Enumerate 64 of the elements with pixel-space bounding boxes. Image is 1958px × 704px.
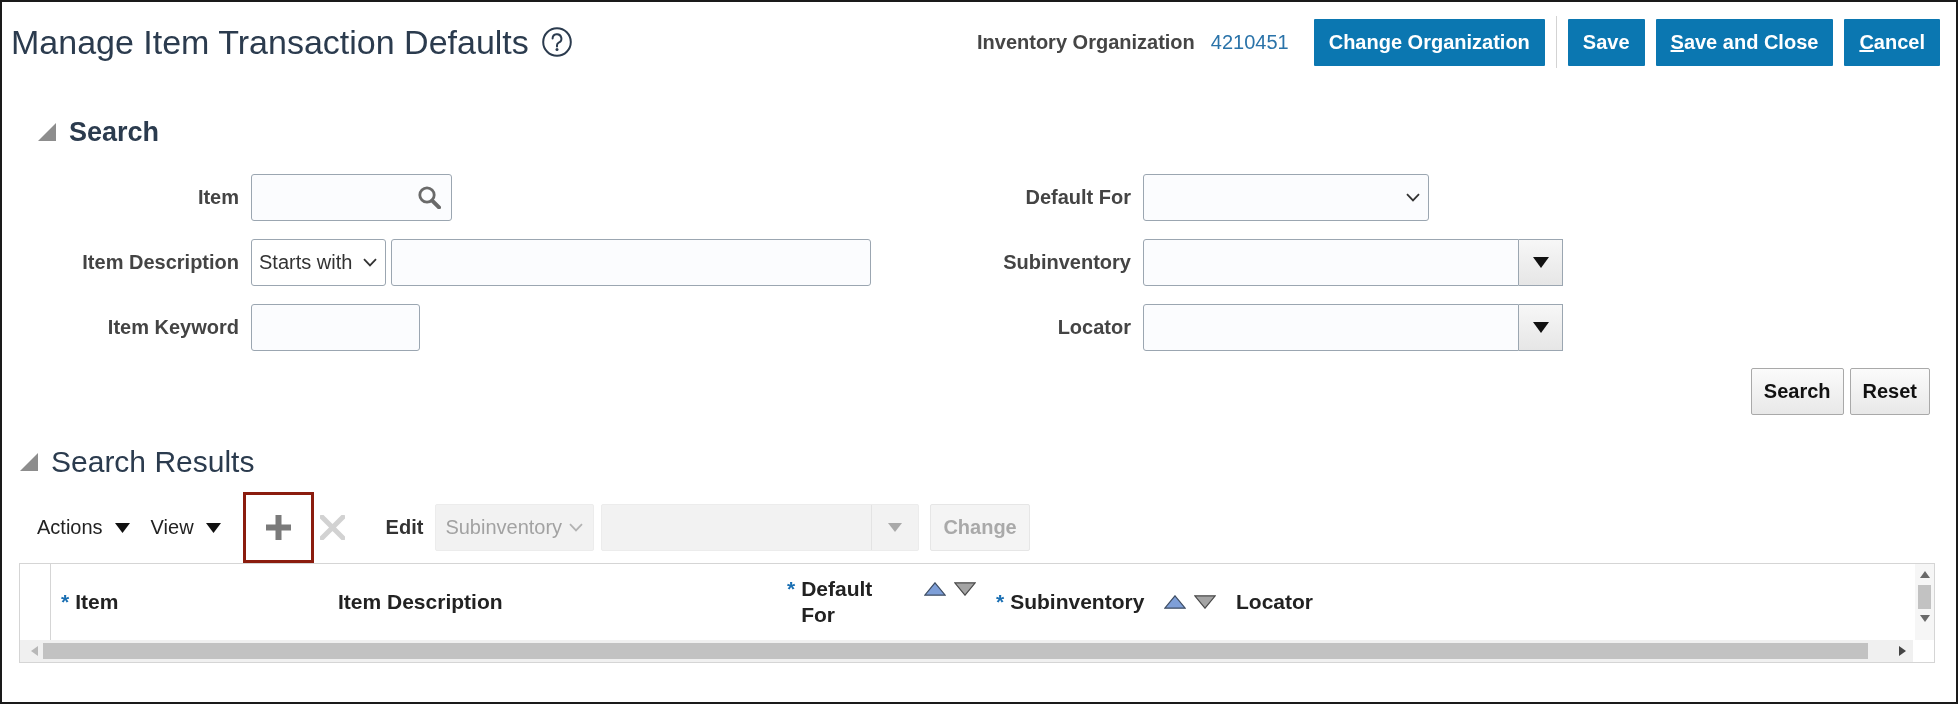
column-header[interactable]: Subinventory bbox=[1010, 589, 1145, 615]
sort-up-icon[interactable] bbox=[924, 582, 946, 597]
left-arrow-icon[interactable] bbox=[30, 646, 38, 656]
text-field[interactable] bbox=[251, 304, 420, 351]
help-icon[interactable] bbox=[541, 27, 572, 57]
change-organization-button[interactable]: Change Organization bbox=[1313, 18, 1545, 66]
view-menu[interactable]: View bbox=[150, 516, 221, 539]
section-title: Search Results bbox=[51, 445, 255, 479]
operator-dropdown[interactable]: Starts with bbox=[251, 239, 386, 286]
caret-down-icon bbox=[1532, 257, 1549, 268]
field-label: Item Description bbox=[82, 251, 239, 274]
save-button[interactable]: Save bbox=[1567, 18, 1645, 66]
down-arrow-icon[interactable] bbox=[1919, 615, 1930, 622]
text-field[interactable] bbox=[391, 239, 871, 286]
lookup-field[interactable] bbox=[251, 174, 452, 221]
search-icon[interactable] bbox=[418, 186, 441, 209]
save-and-close-button[interactable]: Save and Close bbox=[1655, 18, 1834, 66]
caret-down-icon bbox=[888, 523, 903, 532]
dropdown-field[interactable] bbox=[1143, 174, 1429, 221]
plus-icon bbox=[265, 515, 291, 540]
cancel-button[interactable]: Cancel bbox=[1844, 18, 1940, 66]
actions-menu[interactable]: Actions bbox=[37, 516, 130, 539]
required-mark: * bbox=[61, 590, 70, 615]
caret-down-icon bbox=[1532, 322, 1549, 333]
column-header: Item Description bbox=[338, 589, 503, 615]
chevron-down-icon bbox=[363, 258, 377, 267]
field-label: Subinventory bbox=[1003, 251, 1131, 274]
column-header: Item bbox=[75, 589, 119, 615]
field-label: Item bbox=[197, 186, 239, 209]
cross-icon bbox=[319, 515, 345, 540]
organization-link[interactable]: 4210451 bbox=[1210, 30, 1289, 54]
triangle-icon[interactable] bbox=[20, 453, 38, 471]
required-mark: * bbox=[787, 577, 796, 602]
combo-field[interactable] bbox=[1143, 239, 1519, 286]
sort-up-icon[interactable] bbox=[1164, 595, 1186, 610]
up-arrow-icon[interactable] bbox=[1919, 571, 1930, 578]
triangle-icon[interactable] bbox=[38, 123, 56, 141]
edit-label: Edit bbox=[385, 516, 424, 539]
chevron-down-icon bbox=[1406, 193, 1420, 202]
vertical-scrollbar[interactable] bbox=[1915, 564, 1934, 640]
required-mark: * bbox=[996, 590, 1005, 615]
horizontal-scrollbar[interactable] bbox=[20, 640, 1913, 662]
organization-label: Inventory Organization bbox=[977, 30, 1195, 54]
scrollbar-thumb[interactable] bbox=[43, 643, 1868, 659]
sort-down-icon[interactable] bbox=[1194, 595, 1216, 610]
field-label: Default For bbox=[1025, 186, 1131, 209]
page-title: Manage Item Transaction Defaults bbox=[11, 22, 529, 62]
section-title: Search bbox=[69, 116, 160, 148]
field-label: Item Keyword bbox=[107, 316, 239, 339]
caret-down-icon bbox=[205, 522, 221, 533]
right-arrow-icon[interactable] bbox=[1899, 646, 1907, 656]
scrollbar-thumb[interactable] bbox=[1918, 585, 1931, 609]
column-header: Locator bbox=[1236, 589, 1313, 615]
field-label: Locator bbox=[1057, 316, 1131, 339]
column-header[interactable]: Default For bbox=[801, 576, 873, 628]
sort-down-icon[interactable] bbox=[954, 582, 976, 597]
caret-down-icon bbox=[114, 522, 130, 533]
add-button[interactable] bbox=[242, 492, 314, 563]
combo-field[interactable] bbox=[1143, 304, 1519, 351]
dropdown-button[interactable] bbox=[1519, 239, 1563, 286]
reset-button[interactable]: Reset bbox=[1849, 368, 1930, 415]
dropdown-button[interactable] bbox=[1519, 304, 1563, 351]
chevron-down-icon bbox=[569, 523, 584, 532]
search-button[interactable]: Search bbox=[1750, 368, 1844, 415]
